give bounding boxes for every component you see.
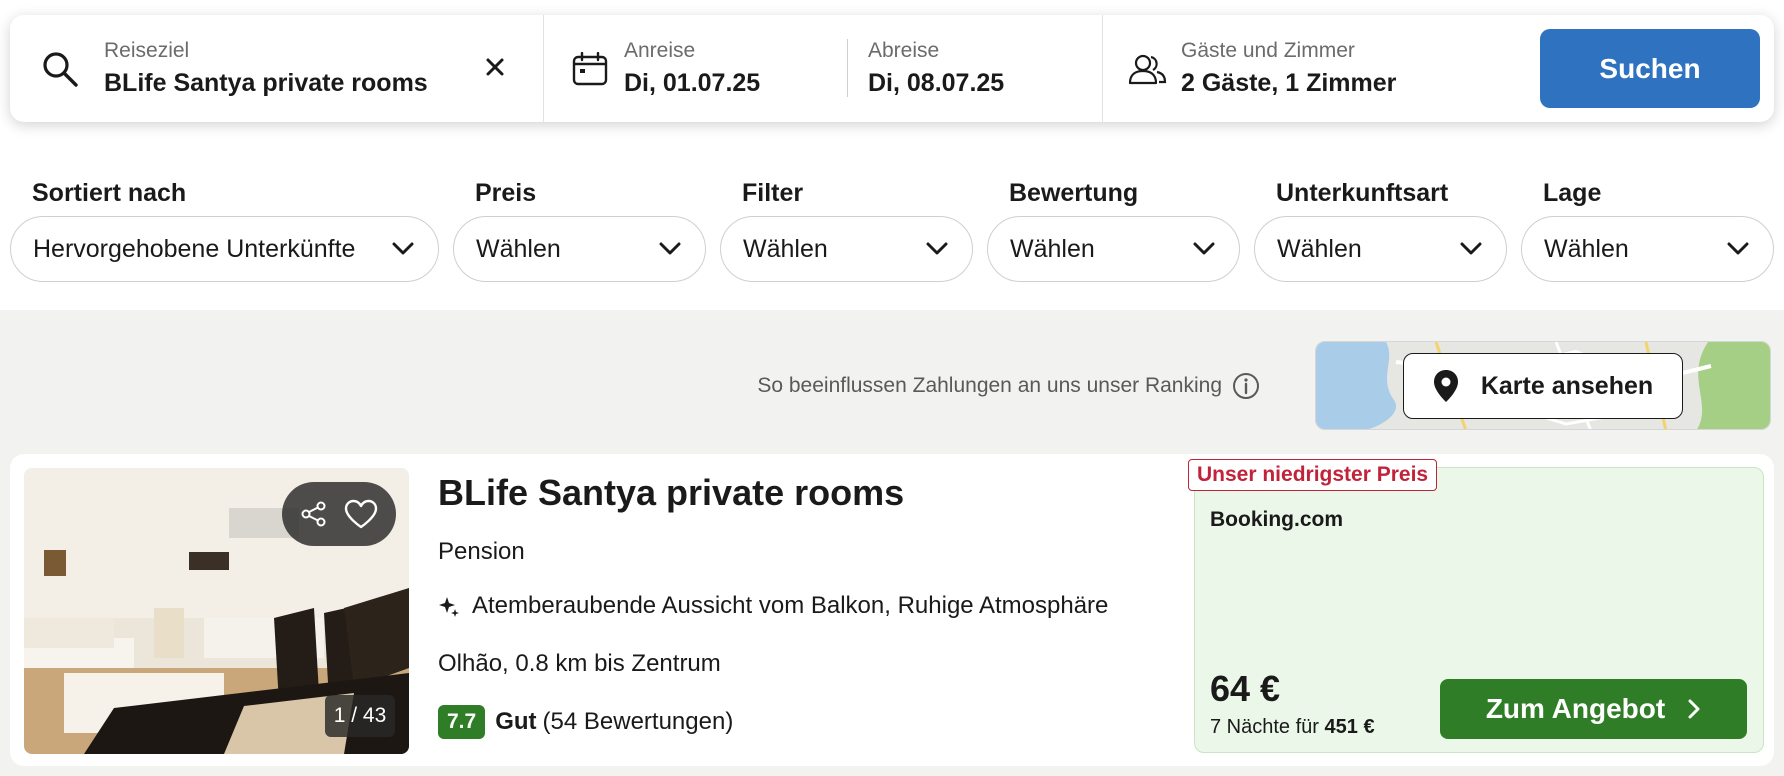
filter-label: Filter [742, 179, 804, 207]
share-icon[interactable] [300, 500, 328, 528]
chevron-right-icon [1688, 699, 1700, 719]
feature-text: Atemberaubende Aussicht vom Balkon, Ruhi… [472, 592, 1109, 619]
results-area: So beeinflussen Zahlungen an uns unser R… [0, 310, 1784, 776]
destination-value[interactable]: BLife Santya private rooms [104, 67, 428, 99]
hotel-name[interactable]: BLife Santya private rooms [438, 472, 904, 514]
filter-label: Sortiert nach [32, 179, 187, 207]
filter-label: Unterkunftsart [1276, 179, 1449, 207]
location-select[interactable]: Wählen [1521, 216, 1774, 282]
rating-select[interactable]: Wählen [987, 216, 1240, 282]
ranking-note: So beeinflussen Zahlungen an uns unser R… [757, 374, 1222, 397]
checkout-field[interactable]: Abreise Di, 08.07.25 [848, 15, 1102, 122]
photo-counter: 1 / 43 [325, 695, 395, 737]
property-type-select[interactable]: Wählen [1254, 216, 1507, 282]
search-bar: Reiseziel BLife Santya private rooms Anr… [10, 15, 1774, 122]
offer-box[interactable]: Booking.com 64 € 7 Nächte für 451 € Zum … [1194, 467, 1764, 753]
review-count: (54 Bewertungen) [542, 708, 734, 735]
filter-value: Wählen [1010, 234, 1095, 263]
chevron-down-icon [659, 242, 681, 255]
hotel-location: Olhão, 0.8 km bis Zentrum [438, 650, 721, 677]
heart-icon[interactable] [344, 499, 378, 529]
filter-value: Wählen [476, 234, 561, 263]
filter-select[interactable]: Wählen [720, 216, 973, 282]
dates-field: Anreise Di, 01.07.25 Abreise Di, 08.07.2… [544, 15, 1103, 122]
chevron-down-icon [1193, 242, 1215, 255]
filter-price: Preis Wählen [453, 178, 706, 282]
total-price: 451 € [1324, 716, 1375, 738]
view-deal-button[interactable]: Zum Angebot [1440, 679, 1747, 739]
hotel-type: Pension [438, 538, 525, 565]
provider-name: Booking.com [1210, 508, 1344, 531]
score-badge: 7.7 [438, 705, 486, 739]
lowest-price-badge: Unser niedrigster Preis [1188, 459, 1438, 491]
view-deal-label: Zum Angebot [1485, 693, 1666, 724]
sort-select[interactable]: Hervorgehobene Unterkünfte [10, 216, 439, 282]
view-map-label: Karte ansehen [1480, 371, 1654, 400]
destination-label: Reiseziel [104, 39, 190, 62]
chevron-down-icon [926, 242, 948, 255]
hotel-card[interactable]: 1 / 43 BLife Santya private rooms Pensio… [10, 454, 1774, 766]
photo-actions [282, 482, 396, 546]
calendar-icon [570, 49, 610, 89]
guests-icon [1127, 49, 1167, 89]
close-icon [486, 58, 504, 76]
checkin-value: Di, 01.07.25 [624, 69, 761, 97]
checkout-value: Di, 08.07.25 [868, 69, 1005, 97]
chevron-down-icon [392, 242, 414, 255]
search-icon [40, 49, 80, 89]
guests-value: 2 Gäste, 1 Zimmer [1181, 69, 1397, 97]
nightly-price: 64 € [1210, 668, 1281, 709]
guests-field[interactable]: Gäste und Zimmer 2 Gäste, 1 Zimmer Suche… [1103, 15, 1774, 122]
search-button[interactable]: Suchen [1540, 29, 1760, 108]
filter-label: Bewertung [1009, 179, 1139, 207]
ranking-info-link[interactable]: So beeinflussen Zahlungen an uns unser R… [757, 372, 1260, 400]
clear-destination-button[interactable] [479, 51, 511, 83]
filter-property-type: Unterkunftsart Wählen [1254, 178, 1507, 282]
checkin-label: Anreise [624, 39, 696, 62]
filter-location: Lage Wählen [1521, 178, 1774, 282]
checkin-field[interactable]: Anreise Di, 01.07.25 [544, 15, 848, 122]
hotel-rating[interactable]: 7.7 Gut (54 Bewertungen) [438, 705, 733, 739]
checkout-label: Abreise [868, 39, 940, 62]
hotel-photo[interactable]: 1 / 43 [24, 468, 409, 754]
chevron-down-icon [1727, 242, 1749, 255]
info-icon [1233, 373, 1259, 399]
filter-value: Wählen [1277, 234, 1362, 263]
price-detail: 7 Nächte für 451 € [1210, 716, 1375, 739]
filter-rating: Bewertung Wählen [987, 178, 1240, 282]
filter-sort: Sortiert nach Hervorgehobene Unterkünfte [10, 178, 439, 282]
filter-value: Wählen [743, 234, 828, 263]
sparkle-icon [439, 597, 459, 617]
filter-label: Preis [475, 179, 537, 207]
filter-label: Lage [1543, 179, 1602, 207]
chevron-down-icon [1460, 242, 1482, 255]
view-map-button[interactable]: Karte ansehen [1403, 353, 1683, 419]
price-select[interactable]: Wählen [453, 216, 706, 282]
rating-word: Gut [495, 708, 537, 735]
filter-value: Hervorgehobene Unterkünfte [33, 234, 356, 263]
map-preview[interactable]: Karte ansehen [1315, 341, 1771, 430]
filter-value: Wählen [1544, 234, 1629, 263]
map-pin-icon [1433, 370, 1458, 402]
filter-filter: Filter Wählen [720, 178, 973, 282]
hotel-feature: Atemberaubende Aussicht vom Balkon, Ruhi… [438, 592, 1108, 620]
destination-field[interactable]: Reiseziel BLife Santya private rooms [10, 15, 544, 122]
price-detail-prefix: 7 Nächte für [1210, 716, 1319, 738]
guests-label: Gäste und Zimmer [1181, 39, 1355, 62]
